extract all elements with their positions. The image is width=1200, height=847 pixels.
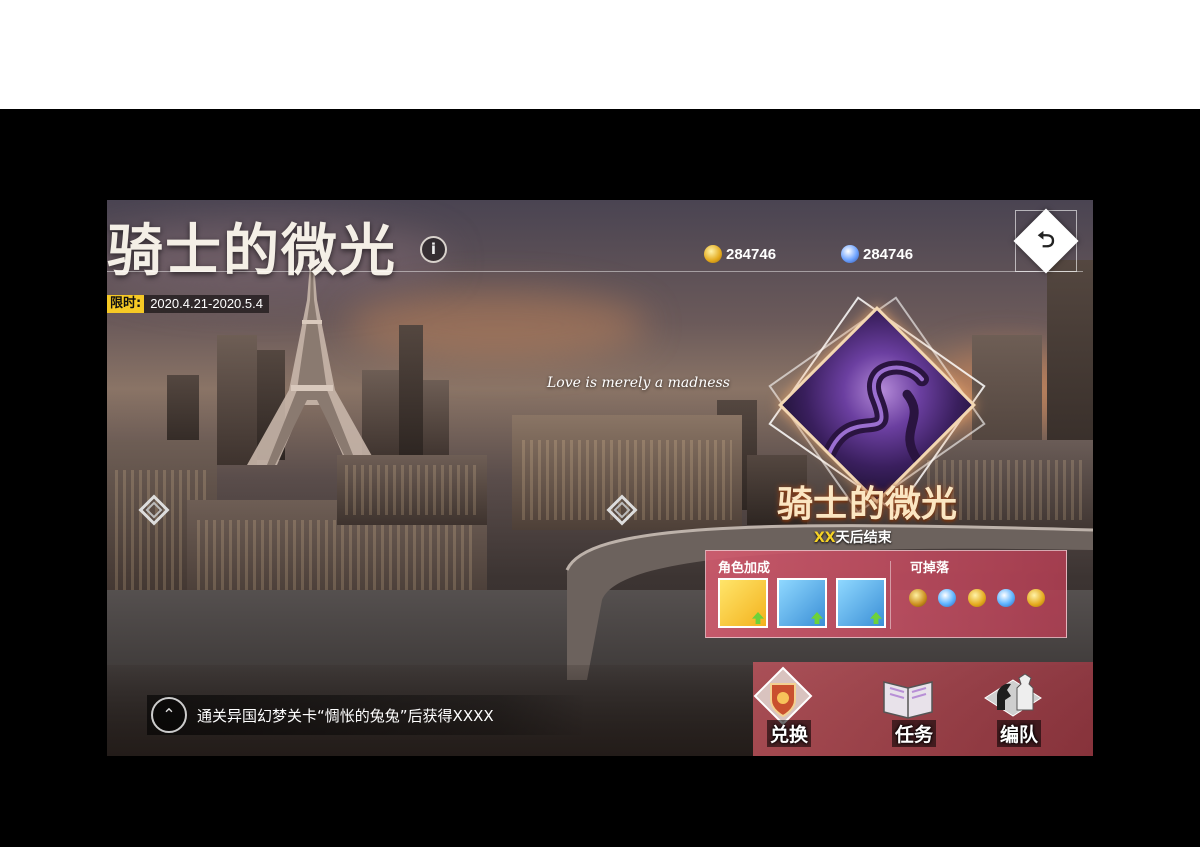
character-bonus-label: 角色加成 xyxy=(718,561,771,576)
chess-pieces-icon xyxy=(984,673,1042,717)
sunset-glow xyxy=(347,290,647,360)
event-tagline: Love is merely a madness xyxy=(547,375,730,391)
exchange-label: 兑换 xyxy=(767,720,812,747)
countdown-suffix: 天后结束 xyxy=(835,530,892,546)
undo-arrow-icon: ⮌ xyxy=(1037,228,1055,253)
building xyxy=(337,455,487,525)
previous-arrow-button[interactable] xyxy=(135,490,170,530)
shield-badge-icon xyxy=(753,666,813,726)
panel-divider xyxy=(890,561,891,629)
gold-pouch-icon[interactable] xyxy=(909,589,927,607)
bonus-character-slot[interactable] xyxy=(836,578,886,628)
unlock-hint-bar: ⌃ 通关异国幻梦关卡“惆怅的兔兔”后获得XXXX xyxy=(147,695,587,735)
tasks-button[interactable]: 任务 xyxy=(858,662,958,756)
event-countdown: XX天后结束 xyxy=(814,527,892,547)
drops-label: 可掉落 xyxy=(910,561,950,576)
event-info-panel: 角色加成 可掉落 xyxy=(705,550,1067,638)
skyscraper xyxy=(399,325,423,455)
team-label: 编队 xyxy=(997,720,1042,747)
event-card-title: 骑士的微光 xyxy=(777,483,958,525)
bottom-menu: 兑换 任务 编队 xyxy=(733,662,1093,756)
gold-coin-icon[interactable] xyxy=(1027,589,1045,607)
upgrade-arrow-icon xyxy=(752,612,764,624)
open-book-icon xyxy=(883,681,933,719)
gold-coin-icon xyxy=(704,245,722,263)
diamond-icon xyxy=(841,245,859,263)
exchange-button[interactable]: 兑换 xyxy=(733,662,833,756)
countdown-days: XX xyxy=(814,530,836,546)
game-screen: 骑士的微光 i 284746 284746 ⮌ 限时: 2020.4.21-20… xyxy=(107,200,1093,756)
diamond-icon[interactable] xyxy=(997,589,1015,607)
limited-time-tag: 限时: xyxy=(107,295,145,313)
upgrade-arrow-icon xyxy=(811,612,823,624)
diamond-icon[interactable] xyxy=(938,589,956,607)
info-icon[interactable]: i xyxy=(420,236,447,263)
gold-coin-amount: 284746 xyxy=(726,245,777,263)
unlock-hint-text: 通关异国幻梦关卡“惆怅的兔兔”后获得XXXX xyxy=(197,706,494,725)
hanger-icon[interactable]: ⌃ xyxy=(151,697,187,733)
tasks-label: 任务 xyxy=(892,720,937,747)
upgrade-arrow-icon xyxy=(870,612,882,624)
gold-coin-counter: 284746 xyxy=(704,244,776,264)
gold-coin-icon[interactable] xyxy=(968,589,986,607)
title-underline xyxy=(107,271,1083,272)
bonus-character-slot[interactable] xyxy=(718,578,768,628)
page-title: 骑士的微光 xyxy=(107,218,397,284)
diamond-counter: 284746 xyxy=(841,244,913,264)
event-date-range: 2020.4.21-2020.5.4 xyxy=(144,295,269,313)
limited-time-banner: 限时: 2020.4.21-2020.5.4 xyxy=(107,294,269,314)
skyscraper xyxy=(423,380,449,460)
team-button[interactable]: 编队 xyxy=(963,662,1063,756)
bonus-character-slot[interactable] xyxy=(777,578,827,628)
diamond-amount: 284746 xyxy=(863,245,914,263)
next-arrow-button[interactable] xyxy=(606,490,641,530)
back-button[interactable]: ⮌ xyxy=(1013,208,1079,274)
